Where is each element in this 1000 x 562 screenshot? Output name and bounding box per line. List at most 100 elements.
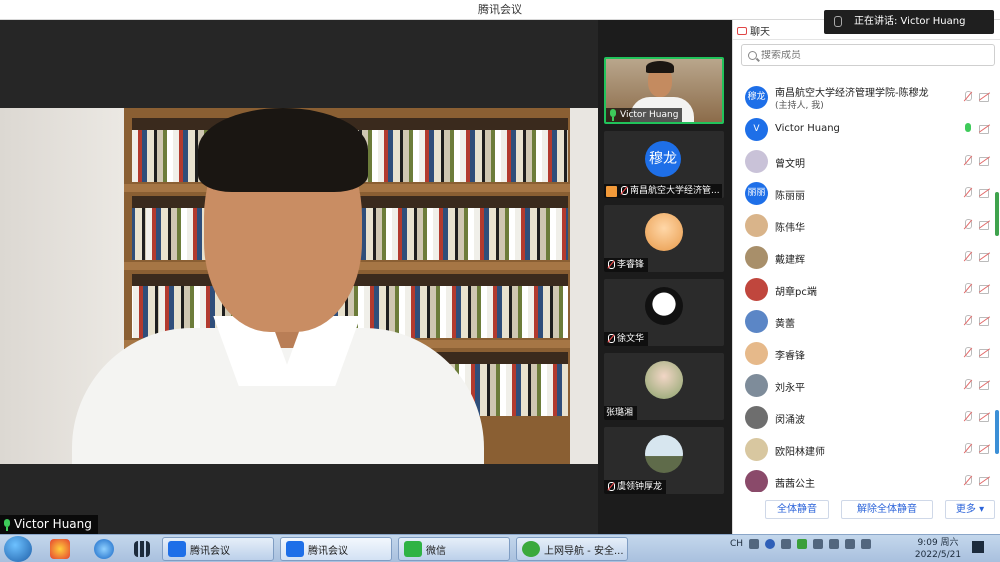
list-item[interactable]: 丽丽 陈丽丽 [733, 178, 1000, 210]
mic-muted-icon[interactable] [963, 155, 973, 167]
thumbnail-host[interactable]: 穆龙 南昌航空大学经济管... [604, 131, 724, 198]
camera-off-icon[interactable] [979, 348, 991, 358]
mic-muted-icon[interactable] [963, 379, 973, 391]
camera-off-icon[interactable] [979, 412, 991, 422]
system-clock[interactable]: 9:09 周六 2022/5/21 [912, 537, 964, 561]
panel-footer: 全体静音 解除全体静音 更多 ▾ [733, 498, 1000, 522]
browser-icon [522, 541, 540, 557]
ie-browser-icon[interactable] [94, 539, 114, 559]
member-name: 茜茜公主 [775, 479, 815, 490]
camera-off-icon[interactable] [979, 220, 991, 230]
mic-muted-icon[interactable] [963, 251, 973, 263]
members-panel: 聊天 穆龙 南昌航空大学经济管理学院-陈穆龙 (主持人, 我) V Victor… [732, 20, 1000, 534]
camera-off-icon[interactable] [979, 380, 991, 390]
settings-icon[interactable] [781, 539, 792, 549]
camera-off-icon[interactable] [979, 124, 991, 134]
mute-all-button[interactable]: 全体静音 [765, 500, 829, 519]
network-icon[interactable] [829, 539, 840, 549]
member-name: 刘永平 [775, 383, 805, 394]
main-video [0, 108, 598, 464]
mic-muted-icon [619, 186, 628, 196]
mic-muted-icon [606, 260, 615, 270]
notification-icon[interactable] [861, 539, 872, 549]
camera-off-icon[interactable] [979, 188, 991, 198]
mic-muted-icon[interactable] [963, 475, 973, 487]
input-method-icon[interactable] [749, 539, 760, 549]
taskbar-item-tencent-meeting-2[interactable]: 腾讯会议 [280, 537, 392, 561]
camera-off-icon[interactable] [979, 476, 991, 486]
scrollbar-thumb-secondary[interactable] [995, 410, 999, 454]
expand-tray-icon[interactable] [813, 539, 824, 549]
list-item[interactable]: 刘永平 [733, 370, 1000, 402]
thumbnail-label: 虞领钟厚龙 [604, 480, 667, 494]
mic-muted-icon[interactable] [963, 347, 973, 359]
grid-apps-icon[interactable] [134, 541, 150, 557]
list-item[interactable]: 胡章pc端 [733, 274, 1000, 306]
camera-off-icon[interactable] [979, 316, 991, 326]
thumbnail-label: 南昌航空大学经济管... [604, 184, 722, 198]
system-tray: CH [730, 539, 872, 549]
tencent-meeting-icon [286, 541, 304, 557]
main-video-stage[interactable]: Victor Huang [0, 20, 598, 534]
battery-icon[interactable] [797, 539, 808, 549]
list-item[interactable]: 陈伟华 [733, 210, 1000, 242]
mic-muted-icon[interactable] [963, 411, 973, 423]
mic-muted-icon[interactable] [963, 283, 973, 295]
mic-muted-icon[interactable] [963, 219, 973, 231]
taskbar-item-browser[interactable]: 上网导航 - 安全... [516, 537, 628, 561]
camera-off-icon[interactable] [979, 252, 991, 262]
list-item[interactable]: 穆龙 南昌航空大学经济管理学院-陈穆龙 (主持人, 我) [733, 82, 1000, 114]
camera-off-icon[interactable] [979, 284, 991, 294]
thumbnail-victor-huang[interactable]: Victor Huang [604, 57, 724, 124]
taskbar-item-wechat[interactable]: 微信 [398, 537, 510, 561]
video-wall-right [570, 108, 598, 464]
avatar [745, 246, 768, 269]
scrollbar-thumb[interactable] [995, 192, 999, 236]
list-item[interactable]: 黄蕾 [733, 306, 1000, 338]
taskbar-item-tencent-meeting[interactable]: 腾讯会议 [162, 537, 274, 561]
member-name: 陈丽丽 [775, 191, 805, 202]
list-item[interactable]: 茜茜公主 [733, 466, 1000, 492]
volume-icon[interactable] [845, 539, 856, 549]
more-button[interactable]: 更多 ▾ [945, 500, 995, 519]
list-item[interactable]: 戴建辉 [733, 242, 1000, 274]
speaking-toast: 正在讲话: Victor Huang [824, 10, 994, 34]
avatar [745, 470, 768, 492]
camera-off-icon[interactable] [979, 92, 991, 102]
clock-date: 2022/5/21 [914, 550, 962, 560]
list-item[interactable]: 闵涌波 [733, 402, 1000, 434]
member-search[interactable] [741, 44, 995, 66]
thumbnail-participant[interactable]: 李睿锋 [604, 205, 724, 272]
language-indicator[interactable]: CH [730, 539, 743, 549]
list-item[interactable]: 曾文明 [733, 146, 1000, 178]
camera-off-icon[interactable] [979, 156, 991, 166]
list-item[interactable]: V Victor Huang [733, 114, 1000, 146]
member-role: (主持人, 我) [775, 101, 824, 111]
avatar: V [745, 118, 768, 141]
thumbnail-participant[interactable]: 张璐湘 [604, 353, 724, 420]
start-button-icon[interactable] [4, 536, 32, 562]
mic-muted-icon[interactable] [963, 91, 973, 103]
thumbnail-participant[interactable]: 虞领钟厚龙 [604, 427, 724, 494]
mic-muted-icon[interactable] [963, 443, 973, 455]
search-input[interactable] [761, 49, 981, 61]
participant-thumbnails: Victor Huang 穆龙 南昌航空大学经济管... 李睿锋 徐文华 张璐湘 [598, 20, 732, 534]
list-item[interactable]: 欧阳林建师 [733, 434, 1000, 466]
list-item[interactable]: 李睿锋 [733, 338, 1000, 370]
camera-off-icon[interactable] [979, 444, 991, 454]
mic-active-icon [608, 109, 618, 121]
avatar: 丽丽 [745, 182, 768, 205]
mic-muted-icon[interactable] [963, 187, 973, 199]
member-list: 穆龙 南昌航空大学经济管理学院-陈穆龙 (主持人, 我) V Victor Hu… [733, 78, 1000, 492]
help-icon[interactable] [765, 539, 776, 549]
main-speaker-tag: Victor Huang [0, 515, 98, 534]
show-desktop-icon[interactable] [972, 541, 984, 553]
tab-chat[interactable]: 聊天 [737, 23, 770, 38]
avatar [745, 374, 768, 397]
unmute-all-button[interactable]: 解除全体静音 [841, 500, 933, 519]
quicklaunch-app-icon[interactable] [50, 539, 70, 559]
thumbnail-participant[interactable]: 徐文华 [604, 279, 724, 346]
thumbnail-label: 张璐湘 [604, 406, 638, 420]
mic-muted-icon[interactable] [963, 315, 973, 327]
mic-active-icon[interactable] [963, 123, 973, 135]
